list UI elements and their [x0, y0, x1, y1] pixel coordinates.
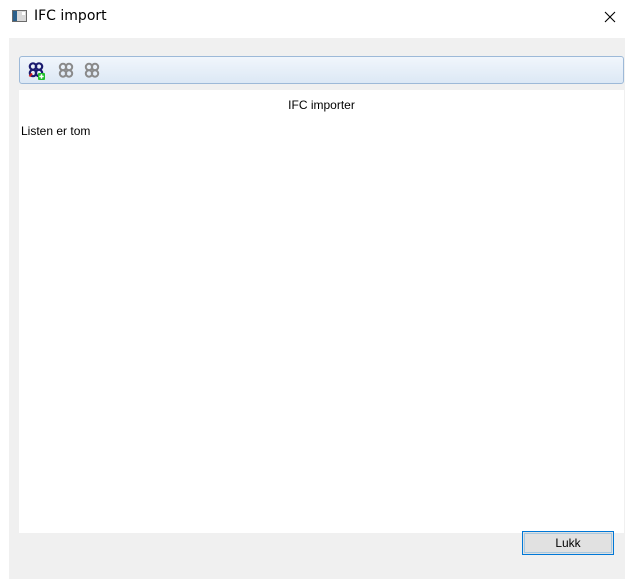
ifc-action-button-3[interactable]	[81, 60, 103, 82]
title-bar[interactable]: IFC import	[0, 0, 625, 34]
close-dialog-label: Lukk	[555, 536, 581, 550]
import-ifc-button[interactable]	[25, 60, 47, 82]
window-title: IFC import	[34, 8, 107, 24]
ifc-import-add-icon	[28, 62, 45, 80]
import-list-panel[interactable]: IFC importer Listen er tom	[19, 90, 624, 533]
empty-list-message: Listen er tom	[21, 124, 91, 138]
ifc-import-window: IFC import IFC importer Listen er tom Lu…	[0, 0, 625, 579]
window-app-icon	[12, 10, 27, 22]
dialog-body: IFC importer Listen er tom	[9, 38, 625, 579]
ifc-import-icon	[58, 62, 74, 78]
ifc-import-icon	[84, 62, 100, 78]
toolbar	[19, 56, 624, 84]
close-icon	[604, 11, 616, 23]
close-window-button[interactable]	[595, 0, 625, 34]
close-dialog-button[interactable]: Lukk	[522, 531, 614, 555]
ifc-action-button-2[interactable]	[55, 60, 77, 82]
panel-title: IFC importer	[288, 98, 355, 112]
